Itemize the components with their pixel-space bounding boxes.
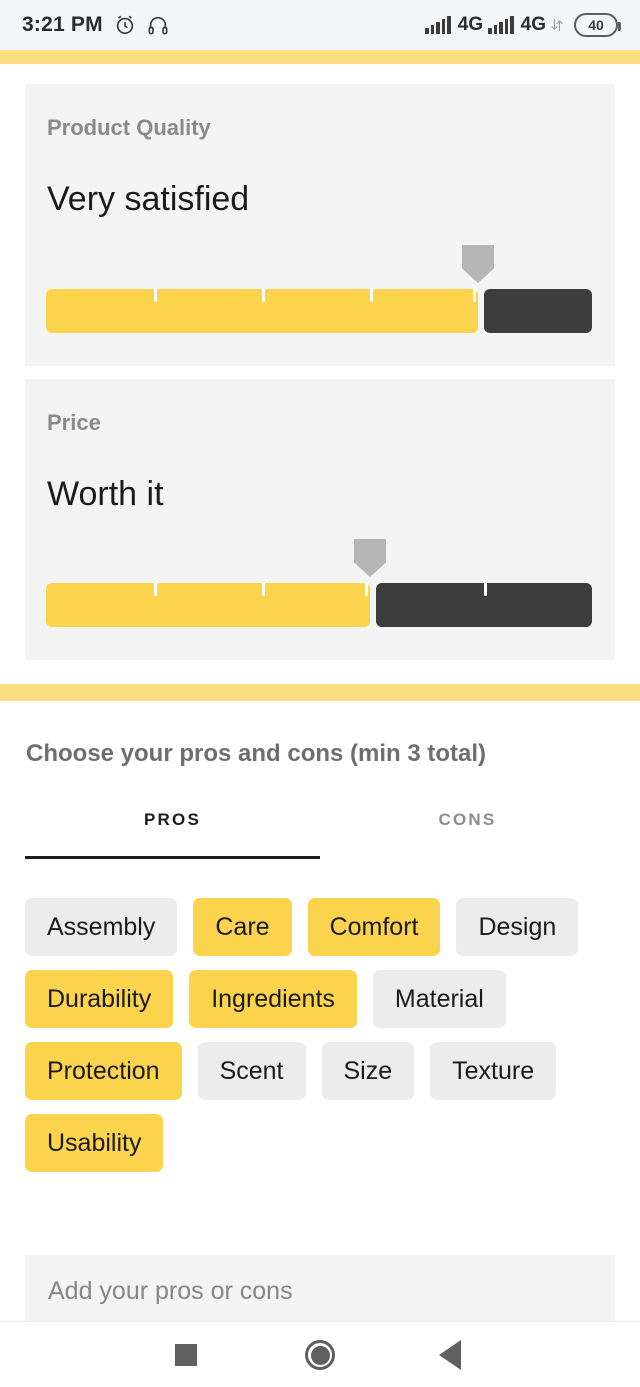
rating-track[interactable] (46, 289, 592, 333)
pros-cons-tabs: PROS CONS (25, 810, 615, 865)
headphones-icon (147, 14, 169, 36)
pros-chip-material[interactable]: Material (372, 970, 506, 1028)
rating-slider-price[interactable] (46, 539, 592, 627)
tab-pros[interactable]: PROS (25, 810, 320, 848)
app-screen: 3:21 PM 4G 4G 40 Product Quality Very sa… (0, 0, 640, 1387)
circle-home-icon[interactable] (275, 1322, 365, 1387)
pros-cons-title: Choose your pros and cons (min 3 total) (26, 740, 487, 767)
network-type-2: 4G (520, 14, 546, 35)
top-accent-band (0, 50, 640, 64)
rating-track[interactable] (46, 583, 592, 627)
rating-track-filled[interactable] (46, 583, 370, 627)
status-time: 3:21 PM (22, 13, 103, 36)
pros-chip-scent[interactable]: Scent (197, 1042, 306, 1100)
rating-slider-product-quality[interactable] (46, 245, 592, 333)
signal-bars-icon-2 (488, 16, 514, 34)
active-tab-indicator (25, 856, 320, 859)
rating-tick (484, 583, 487, 596)
status-bar: 3:21 PM 4G 4G 40 (0, 0, 640, 50)
rating-card-product-quality: Product Quality Very satisfied (25, 84, 615, 366)
custom-input-placeholder: Add your pros or cons (48, 1276, 293, 1305)
status-bar-left: 3:21 PM (22, 13, 169, 37)
pros-chip-assembly[interactable]: Assembly (25, 898, 178, 956)
custom-pros-cons-input[interactable]: Add your pros or cons (25, 1255, 615, 1327)
battery-indicator: 40 (574, 13, 621, 37)
pros-chip-ingredients[interactable]: Ingredients (189, 970, 357, 1028)
rating-track-empty[interactable] (484, 289, 592, 333)
pros-chip-care[interactable]: Care (193, 898, 292, 956)
signal-bars-icon (425, 16, 451, 34)
rating-value-text: Worth it (47, 475, 164, 513)
pros-chip-texture[interactable]: Texture (430, 1042, 557, 1100)
pros-chip-design[interactable]: Design (456, 898, 579, 956)
section-divider-band (0, 684, 640, 701)
rating-label: Price (47, 410, 101, 435)
pros-chip-size[interactable]: Size (321, 1042, 415, 1100)
pros-chip-comfort[interactable]: Comfort (307, 898, 441, 956)
rating-tick (370, 289, 373, 302)
rating-label: Product Quality (47, 115, 211, 140)
android-nav-bar (0, 1321, 640, 1387)
rating-track-empty[interactable] (376, 583, 592, 627)
network-type-1: 4G (457, 14, 484, 35)
alarm-clock-icon (114, 14, 136, 36)
rating-card-price: Price Worth it (25, 379, 615, 660)
rating-value-text: Very satisfied (47, 180, 250, 218)
rating-marker[interactable] (462, 245, 494, 283)
rating-tick (154, 289, 157, 302)
square-recents-icon[interactable] (141, 1322, 231, 1387)
rating-tick (473, 289, 476, 302)
triangle-back-icon[interactable] (405, 1322, 495, 1387)
rating-tick (154, 583, 157, 596)
rating-tick (365, 583, 368, 596)
tab-cons[interactable]: CONS (320, 810, 615, 848)
pros-chip-usability[interactable]: Usability (25, 1114, 164, 1172)
data-transfer-arrows-icon (551, 17, 563, 33)
status-bar-right: 4G 4G 40 (425, 13, 621, 37)
rating-track-filled[interactable] (46, 289, 478, 333)
pros-chip-protection[interactable]: Protection (25, 1042, 182, 1100)
rating-tick (262, 583, 265, 596)
pros-chip-list: Assembly Care Comfort Design Durability Ingre… (25, 898, 625, 1172)
rating-tick (262, 289, 265, 302)
pros-chip-durability[interactable]: Durability (25, 970, 174, 1028)
rating-marker[interactable] (354, 539, 386, 577)
